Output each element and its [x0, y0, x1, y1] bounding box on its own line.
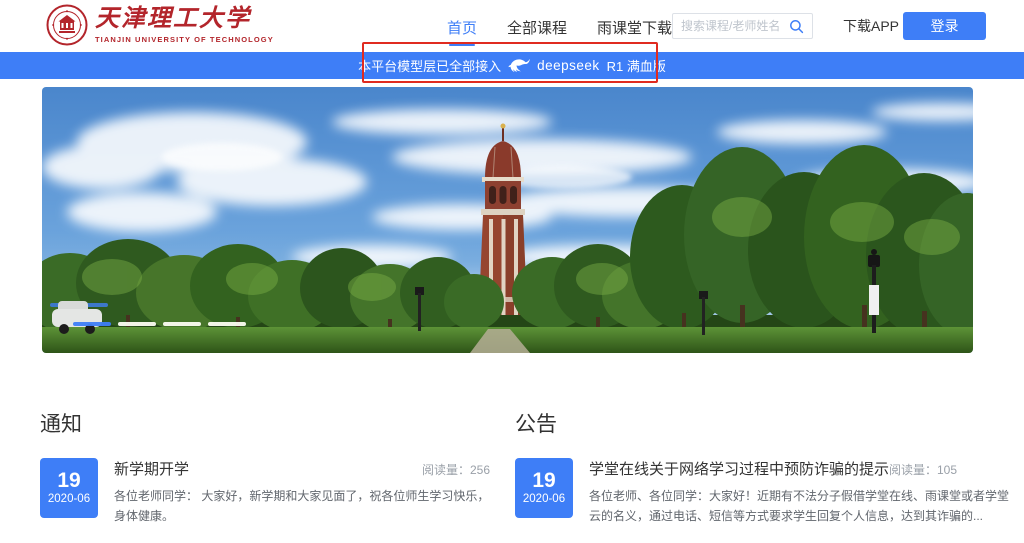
announcement-date-day: 19 — [532, 469, 555, 493]
carousel-dot[interactable] — [73, 322, 111, 326]
carousel-dot[interactable] — [163, 322, 201, 326]
page: 天津理工大学 TIANJIN UNIVERSITY OF TECHNOLOGY … — [0, 0, 1024, 543]
deepseek-wordmark: deepseek — [537, 58, 600, 73]
notice-section-title: 通知 — [40, 408, 490, 438]
search-input[interactable] — [681, 19, 789, 33]
login-button[interactable]: 登录 — [903, 12, 986, 40]
notice-title[interactable]: 新学期开学 — [114, 458, 189, 479]
announcement-date-month: 2020-06 — [523, 493, 565, 506]
download-app-link[interactable]: 下载APP — [843, 0, 899, 52]
notice-item[interactable]: 19 2020-06 新学期开学 阅读量：256 各位老师同学： 大家好，新学期… — [40, 458, 490, 527]
notice-content: 新学期开学 阅读量：256 各位老师同学： 大家好，新学期和大家见面了，祝各位师… — [114, 458, 490, 527]
notice-date-badge: 19 2020-06 — [40, 458, 98, 518]
university-name-en: TIANJIN UNIVERSITY OF TECHNOLOGY — [95, 35, 274, 44]
announcement-content: 学堂在线关于网络学习过程中预防诈骗的提示 阅读量：105 各位老师、各位同学：大… — [589, 458, 1019, 527]
announcement-body: 各位老师、各位同学：大家好！近期有不法分子假借学堂在线、雨课堂或者学堂云的名义，… — [589, 486, 1019, 527]
notice-body: 各位老师同学： 大家好，新学期和大家见面了，祝各位师生学习快乐，身体健康。 — [114, 486, 490, 527]
deepseek-banner: 本平台模型层已全部接入 deepseek R1 满血版 — [0, 52, 1024, 79]
university-name-cn: 天津理工大学 — [95, 6, 274, 32]
nav-item-all-courses[interactable]: 全部课程 — [507, 11, 567, 42]
announcement-date-badge: 19 2020-06 — [515, 458, 573, 518]
main-nav: 首页 全部课程 雨课堂下载 — [447, 0, 672, 52]
announcement-item[interactable]: 19 2020-06 学堂在线关于网络学习过程中预防诈骗的提示 阅读量：105 … — [515, 458, 1019, 527]
nav-item-home[interactable]: 首页 — [447, 11, 477, 42]
hero-carousel[interactable] — [42, 87, 973, 353]
carousel-dot[interactable] — [118, 322, 156, 326]
banner-text-after: R1 满血版 — [607, 56, 666, 75]
nav-item-rain-classroom-download[interactable]: 雨课堂下载 — [597, 11, 672, 42]
announcement-section-title: 公告 — [515, 408, 1019, 438]
banner-text-before: 本平台模型层已全部接入 — [358, 56, 501, 75]
carousel-dot[interactable] — [208, 322, 246, 326]
announcement-views: 阅读量：105 — [889, 461, 957, 478]
carousel-dots — [73, 322, 246, 326]
notice-section: 通知 19 2020-06 新学期开学 阅读量：256 各位老师同学： 大家好，… — [40, 408, 490, 543]
announcement-section: 公告 19 2020-06 学堂在线关于网络学习过程中预防诈骗的提示 阅读量：1… — [515, 408, 1019, 527]
header: 天津理工大学 TIANJIN UNIVERSITY OF TECHNOLOGY … — [0, 0, 1024, 52]
notice-date-month: 2020-06 — [48, 493, 90, 506]
university-name: 天津理工大学 TIANJIN UNIVERSITY OF TECHNOLOGY — [95, 6, 274, 43]
announcement-title[interactable]: 学堂在线关于网络学习过程中预防诈骗的提示 — [589, 458, 889, 479]
university-logo[interactable]: 天津理工大学 TIANJIN UNIVERSITY OF TECHNOLOGY — [46, 4, 274, 46]
deepseek-whale-icon — [508, 58, 530, 73]
campus-tower-photo — [42, 87, 973, 353]
notice-views: 阅读量：256 — [422, 461, 490, 478]
notice-date-day: 19 — [57, 469, 80, 493]
search-box[interactable] — [672, 13, 813, 39]
university-seal-icon — [46, 4, 88, 46]
search-icon[interactable] — [789, 19, 804, 34]
